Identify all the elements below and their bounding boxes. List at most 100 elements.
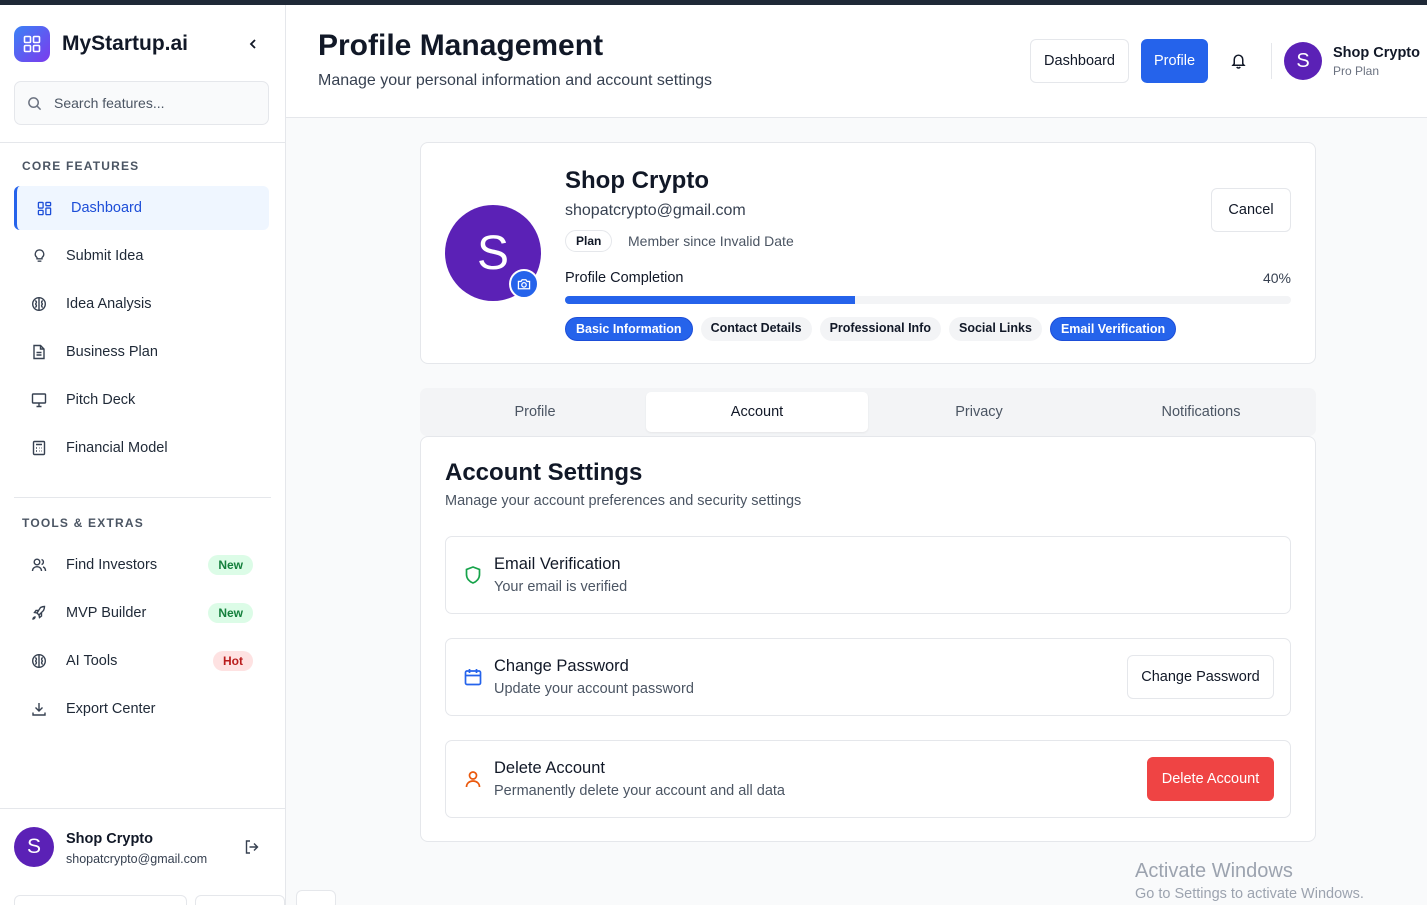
- row-title: Delete Account: [494, 759, 605, 777]
- tab-privacy[interactable]: Privacy: [868, 392, 1090, 432]
- shield-icon: [463, 565, 483, 585]
- calendar-icon: [463, 667, 483, 687]
- avatar[interactable]: S: [14, 827, 54, 867]
- sidebar-item-label: AI Tools: [66, 653, 118, 669]
- row-title: Change Password: [494, 657, 629, 675]
- footer-button[interactable]: [195, 895, 285, 905]
- search-input[interactable]: [54, 95, 244, 111]
- footer-button[interactable]: [14, 895, 187, 905]
- sidebar-item-idea-analysis[interactable]: Idea Analysis: [14, 282, 269, 326]
- row-subtitle: Update your account password: [494, 681, 694, 697]
- brain-icon: [30, 652, 48, 670]
- user-plan: Pro Plan: [1333, 64, 1380, 78]
- user-email: shopatcrypto@gmail.com: [66, 852, 208, 866]
- camera-icon[interactable]: [509, 269, 539, 299]
- delete-account-row: Delete Account Permanently delete your a…: [445, 740, 1291, 818]
- grid-icon: [35, 199, 53, 217]
- calculator-icon: [30, 439, 48, 457]
- hot-badge: Hot: [213, 651, 253, 671]
- sidebar-item-business-plan[interactable]: Business Plan: [14, 330, 269, 374]
- footer-button[interactable]: [296, 890, 336, 905]
- user-name: Shop Crypto: [1333, 45, 1420, 61]
- sidebar-item-financial-model[interactable]: Financial Model: [14, 426, 269, 470]
- plan-badge: Plan: [565, 230, 613, 252]
- search-icon: [28, 96, 42, 110]
- row-subtitle: Permanently delete your account and all …: [494, 783, 785, 799]
- row-subtitle: Your email is verified: [494, 579, 628, 595]
- brain-icon: [30, 295, 48, 313]
- sidebar-item-export-center[interactable]: Export Center: [14, 687, 269, 731]
- email-verification-row: Email Verification Your email is verifie…: [445, 536, 1291, 614]
- profile-name: Shop Crypto: [565, 167, 709, 194]
- sidebar-divider: [0, 142, 286, 143]
- profile-completion-fill: [565, 296, 856, 304]
- document-icon: [30, 343, 48, 361]
- sidebar-item-label: Dashboard: [71, 200, 142, 216]
- profile-completion-bar: [565, 296, 1291, 304]
- sidebar: MyStartup.ai CORE FEATURES Dashboard Sub…: [0, 5, 286, 905]
- profile-summary-card: S Shop Crypto shopatcrypto@gmail.com Pla…: [420, 142, 1316, 364]
- search-box[interactable]: [14, 81, 269, 125]
- tab-profile[interactable]: Profile: [424, 392, 646, 432]
- profile-button[interactable]: Profile: [1141, 39, 1208, 83]
- completion-chip: Email Verification: [1049, 317, 1177, 341]
- new-badge: New: [208, 603, 253, 623]
- profile-completion-label: Profile Completion: [565, 270, 684, 286]
- users-icon: [30, 556, 48, 574]
- completion-chip: Social Links: [948, 317, 1042, 341]
- page-subtitle: Manage your personal information and acc…: [318, 72, 713, 89]
- sidebar-item-label: Idea Analysis: [66, 296, 152, 312]
- sidebar-item-label: Export Center: [66, 701, 156, 717]
- page-header: Profile Management Manage your personal …: [286, 5, 1427, 118]
- sidebar-item-submit-idea[interactable]: Submit Idea: [14, 234, 269, 278]
- tab-account[interactable]: Account: [646, 392, 868, 432]
- settings-tabs: Profile Account Privacy Notifications: [420, 388, 1316, 436]
- sidebar-item-pitch-deck[interactable]: Pitch Deck: [14, 378, 269, 422]
- download-icon: [30, 700, 48, 718]
- completion-chip: Basic Information: [565, 317, 693, 341]
- avatar[interactable]: S: [1284, 42, 1322, 80]
- brand[interactable]: MyStartup.ai: [14, 26, 188, 62]
- profile-email: shopatcrypto@gmail.com: [565, 202, 746, 219]
- section-title-tools: TOOLS & EXTRAS: [22, 516, 144, 530]
- bell-icon[interactable]: [1230, 52, 1248, 70]
- change-password-button[interactable]: Change Password: [1127, 655, 1274, 699]
- account-settings-card: Account Settings Manage your account pre…: [420, 436, 1316, 842]
- section-title: Account Settings: [445, 459, 643, 486]
- rocket-icon: [30, 604, 48, 622]
- user-name: Shop Crypto: [66, 831, 153, 847]
- brand-logo-icon: [14, 26, 50, 62]
- new-badge: New: [208, 555, 253, 575]
- logout-icon[interactable]: [244, 839, 262, 857]
- sidebar-item-label: Business Plan: [66, 344, 158, 360]
- change-password-row: Change Password Update your account pass…: [445, 638, 1291, 716]
- sidebar-item-label: Submit Idea: [66, 248, 144, 264]
- sidebar-item-label: Financial Model: [66, 440, 168, 456]
- cancel-button[interactable]: Cancel: [1211, 188, 1291, 232]
- presentation-icon: [30, 391, 48, 409]
- completion-chips: Basic Information Contact Details Professi…: [565, 317, 1177, 341]
- completion-chip: Contact Details: [700, 317, 812, 341]
- member-since: Member since Invalid Date: [628, 233, 794, 249]
- sidebar-user-panel: S Shop Crypto shopatcrypto@gmail.com: [0, 808, 286, 886]
- dashboard-button[interactable]: Dashboard: [1030, 39, 1129, 83]
- completion-chip: Professional Info: [819, 317, 941, 341]
- sidebar-item-find-investors[interactable]: Find Investors New: [14, 543, 269, 587]
- section-title-core: CORE FEATURES: [22, 159, 140, 173]
- section-subtitle: Manage your account preferences and secu…: [445, 493, 802, 509]
- sidebar-item-label: MVP Builder: [66, 605, 147, 621]
- sidebar-item-label: Find Investors: [66, 557, 158, 573]
- windows-activation-title: Activate Windows: [1135, 860, 1293, 882]
- sidebar-item-dashboard[interactable]: Dashboard: [14, 186, 269, 230]
- delete-account-button[interactable]: Delete Account: [1147, 757, 1274, 801]
- sidebar-item-ai-tools[interactable]: AI Tools Hot: [14, 639, 269, 683]
- tab-notifications[interactable]: Notifications: [1090, 392, 1312, 432]
- sidebar-item-mvp-builder[interactable]: MVP Builder New: [14, 591, 269, 635]
- user-icon: [463, 769, 483, 789]
- row-title: Email Verification: [494, 555, 621, 573]
- sidebar-item-label: Pitch Deck: [66, 392, 136, 408]
- brand-name: MyStartup.ai: [62, 32, 189, 55]
- collapse-sidebar-chevron-left-icon[interactable]: [244, 35, 262, 53]
- profile-completion-value: 40%: [1262, 270, 1291, 286]
- windows-activation-subtitle: Go to Settings to activate Windows.: [1135, 886, 1364, 902]
